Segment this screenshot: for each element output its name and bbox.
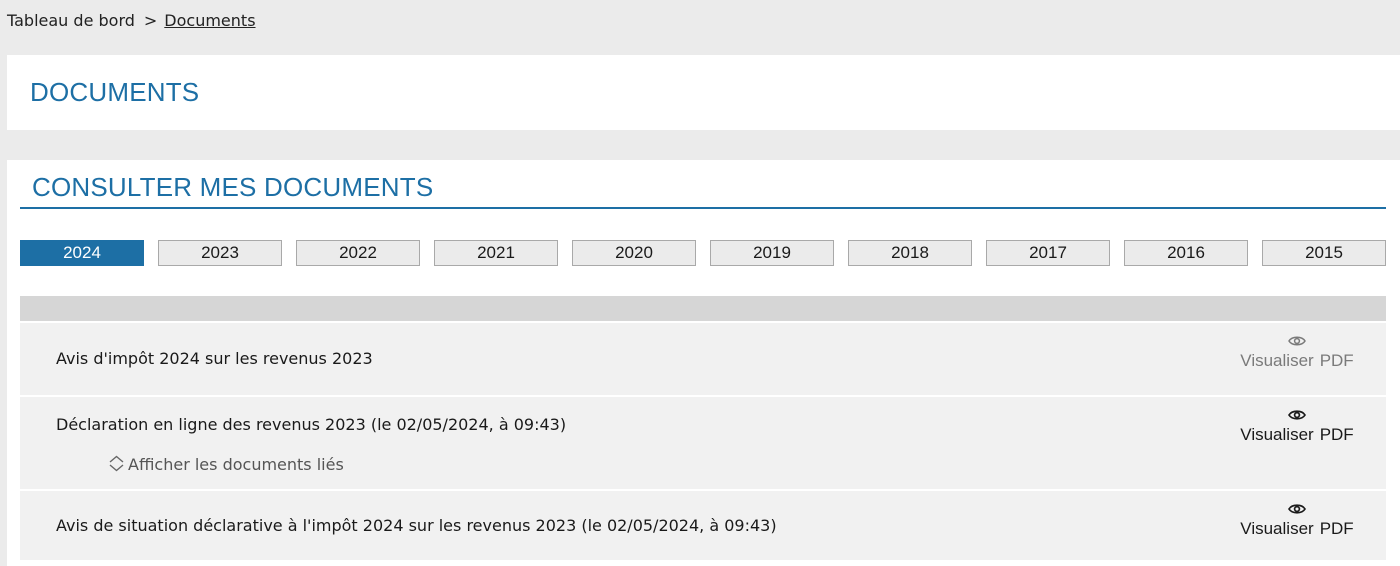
view-label: Visualiser (1240, 351, 1314, 370)
breadcrumb: Tableau de bord > Documents (7, 11, 256, 30)
year-tab-2018[interactable]: 2018 (848, 240, 972, 266)
page-title: DOCUMENTS (30, 77, 200, 107)
view-label: Visualiser (1240, 519, 1314, 538)
view-pdf-link[interactable]: Visualiser PDF (1227, 503, 1367, 539)
year-tab-2017[interactable]: 2017 (986, 240, 1110, 266)
documents-panel: CONSULTER MES DOCUMENTS 2024 2023 2022 2… (7, 160, 1400, 566)
year-tab-2020[interactable]: 2020 (572, 240, 696, 266)
view-pdf-link[interactable]: Visualiser PDF (1227, 335, 1367, 371)
expand-icon (109, 455, 124, 472)
section-divider (20, 207, 1386, 209)
year-tab-2023[interactable]: 2023 (158, 240, 282, 266)
breadcrumb-current[interactable]: Documents (164, 11, 255, 30)
pdf-label: PDF (1319, 519, 1354, 538)
document-row: Avis d'impôt 2024 sur les revenus 2023 V… (20, 323, 1386, 395)
year-tab-2021[interactable]: 2021 (434, 240, 558, 266)
year-tab-2016[interactable]: 2016 (1124, 240, 1248, 266)
pdf-label: PDF (1319, 425, 1354, 444)
breadcrumb-separator: > (143, 11, 158, 30)
year-tab-2022[interactable]: 2022 (296, 240, 420, 266)
show-related-documents[interactable]: Afficher les documents liés (108, 455, 344, 474)
eye-icon (1288, 504, 1306, 514)
view-label: Visualiser (1240, 425, 1314, 444)
eye-icon (1288, 410, 1306, 420)
view-pdf-link[interactable]: Visualiser PDF (1227, 409, 1367, 445)
year-tab-2024[interactable]: 2024 (20, 240, 144, 266)
year-tab-2019[interactable]: 2019 (710, 240, 834, 266)
document-title: Avis de situation déclarative à l'impôt … (56, 516, 777, 535)
document-row: Déclaration en ligne des revenus 2023 (l… (20, 397, 1386, 489)
pdf-label: PDF (1319, 351, 1354, 370)
document-title: Déclaration en ligne des revenus 2023 (l… (56, 415, 567, 434)
eye-icon (1288, 336, 1306, 346)
year-tab-2015[interactable]: 2015 (1262, 240, 1386, 266)
year-tabs: 2024 2023 2022 2021 2020 2019 2018 2017 … (20, 240, 1388, 266)
documents-table-header (20, 296, 1386, 321)
breadcrumb-home[interactable]: Tableau de bord (7, 11, 135, 30)
document-row: Avis de situation déclarative à l'impôt … (20, 491, 1386, 560)
document-title: Avis d'impôt 2024 sur les revenus 2023 (56, 349, 373, 368)
page-header-panel: DOCUMENTS (7, 55, 1400, 130)
section-title: CONSULTER MES DOCUMENTS (32, 172, 434, 202)
related-label: Afficher les documents liés (128, 455, 344, 474)
